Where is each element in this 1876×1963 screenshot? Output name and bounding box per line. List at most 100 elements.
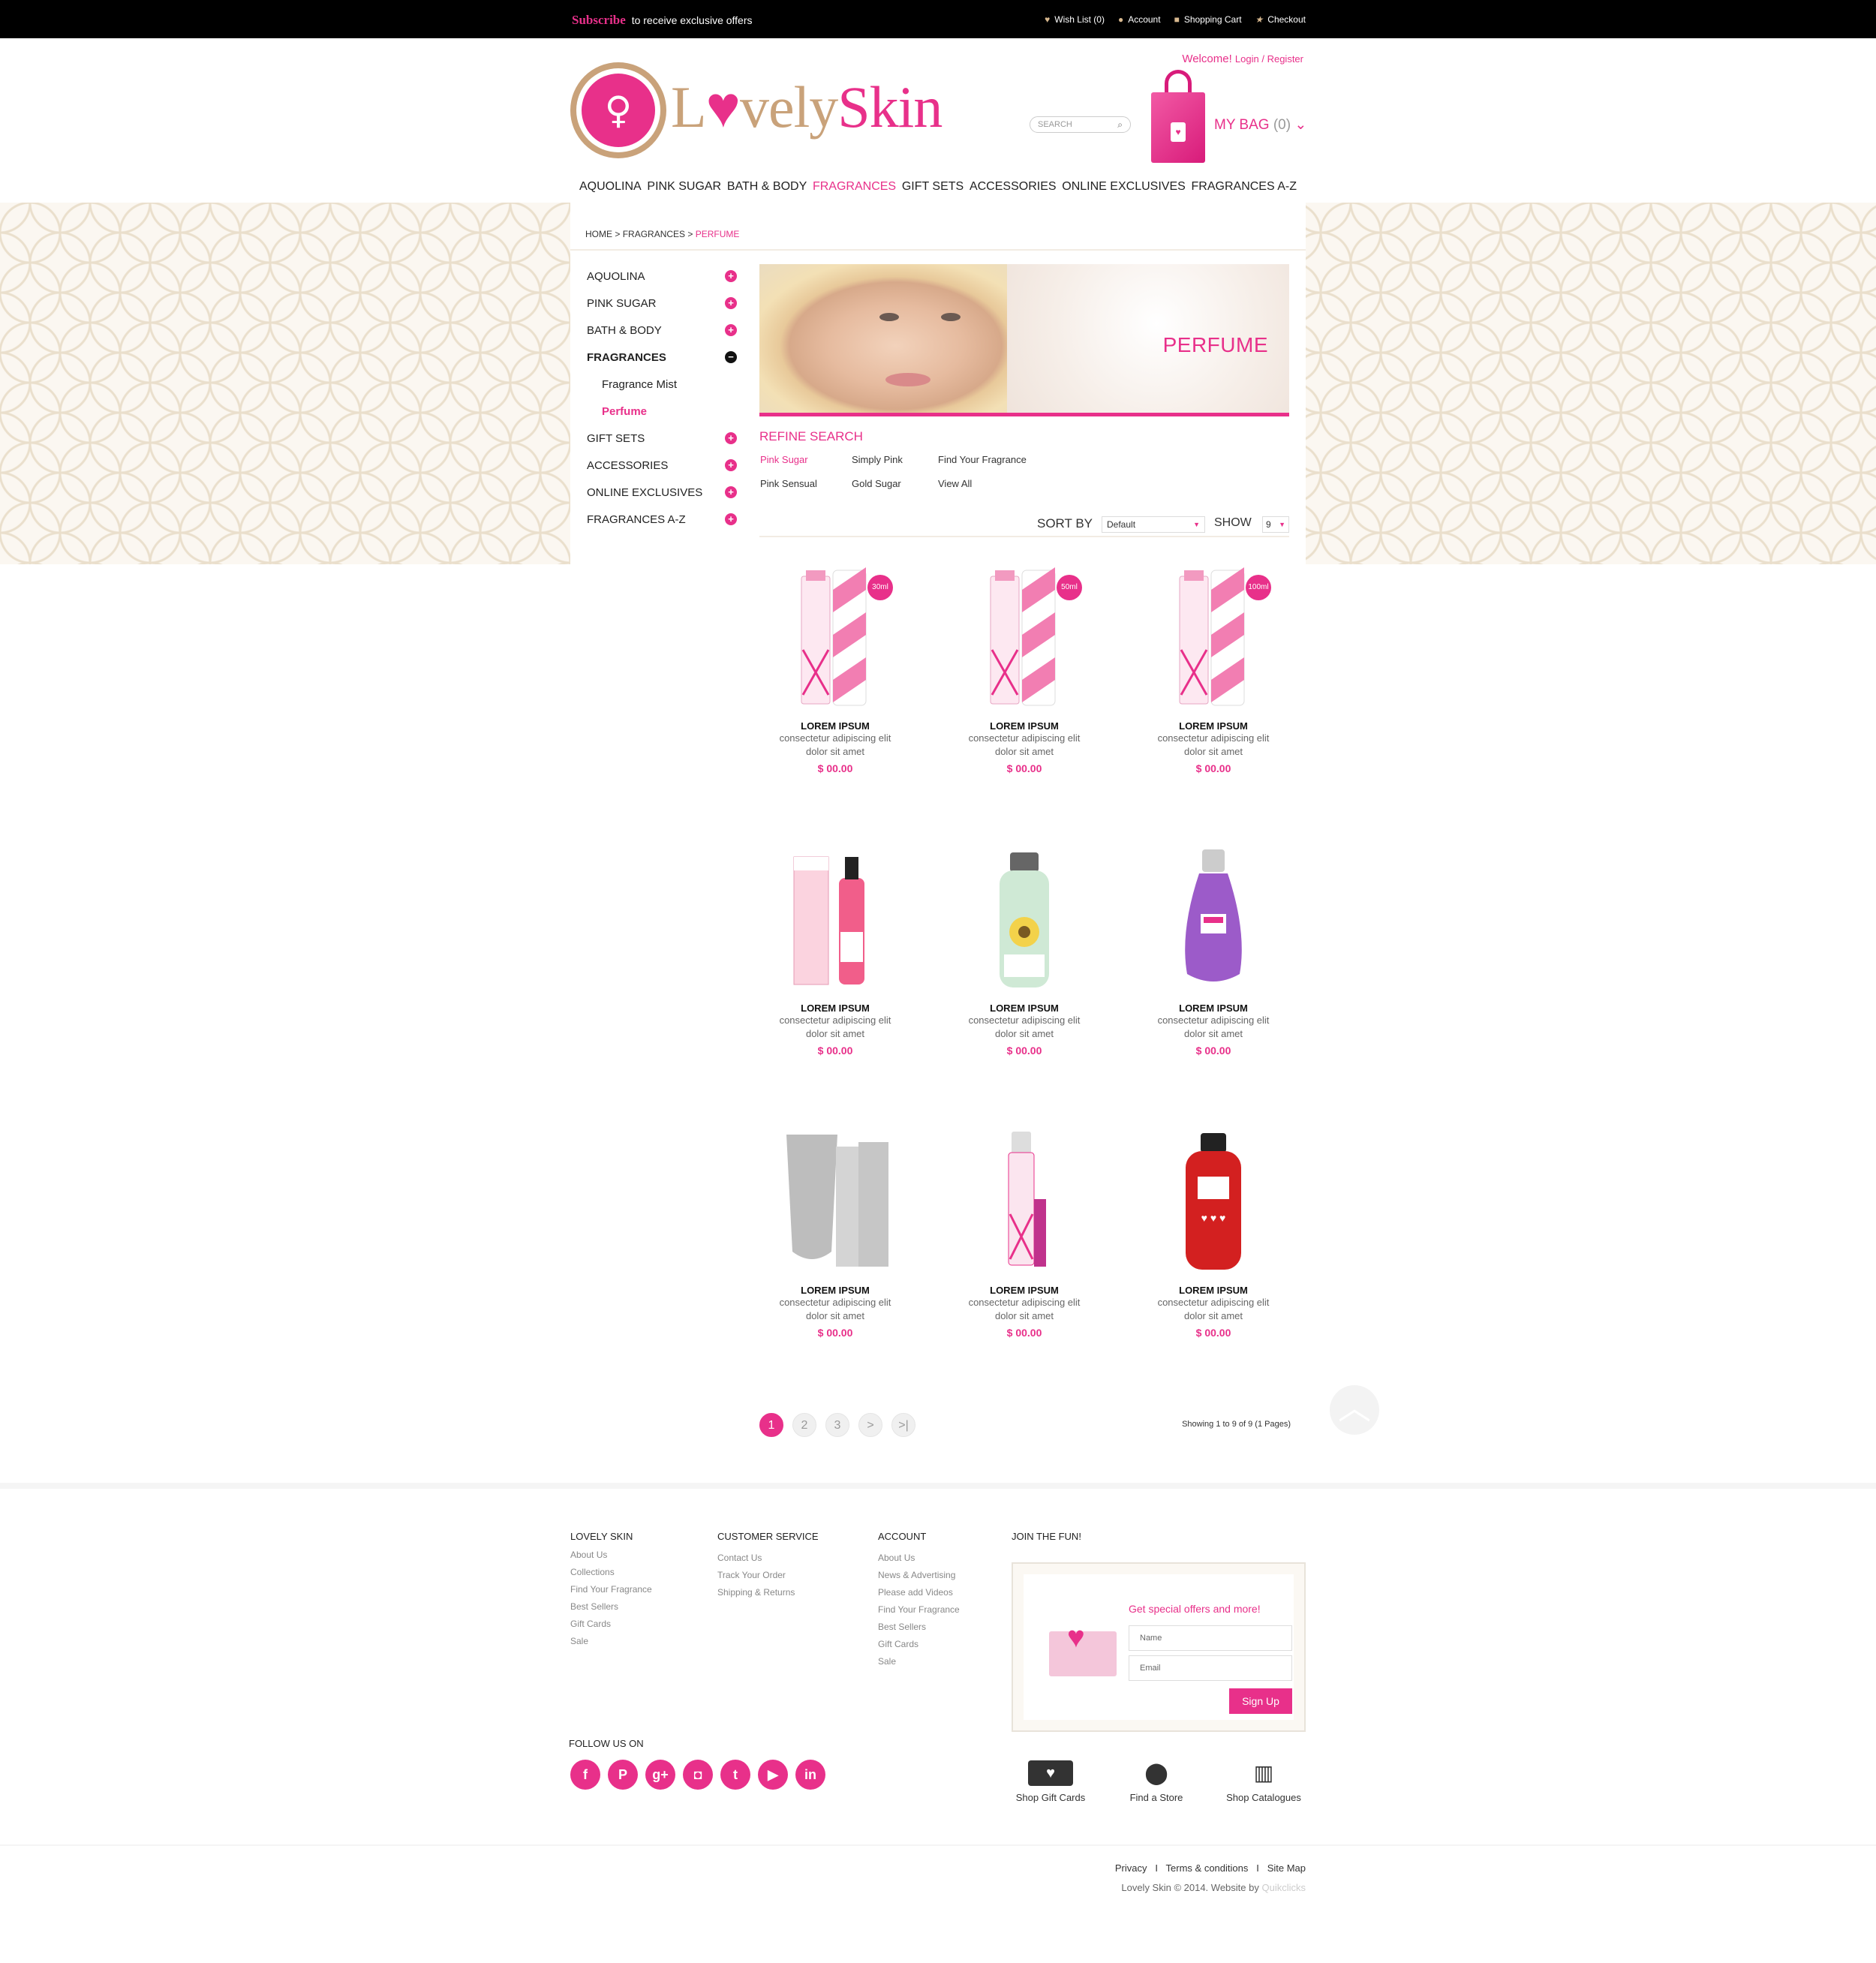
plus-circle-icon[interactable]: + [725,486,737,498]
product-name[interactable]: LOREM IPSUM [946,1285,1103,1296]
nav-item-aquolina[interactable]: AQUOLINA [579,180,642,194]
register-link[interactable]: Register [1267,53,1303,65]
sidebar-item-gift-sets[interactable]: GIFT SETS + [587,425,737,452]
instagram-icon[interactable]: ◘ [683,1760,713,1790]
facebook-icon[interactable]: f [570,1760,600,1790]
footer-link[interactable]: Gift Cards [878,1636,960,1653]
wishlist-link[interactable]: ♥ Wish List (0) [1045,14,1105,25]
product-card[interactable]: ♥ ♥ ♥ LOREM IPSUM consectetur adipiscing e… [1135,1124,1292,1339]
shopping-bag-icon[interactable]: ♥ [1151,70,1205,163]
account-link[interactable]: ● Account [1118,14,1161,25]
plus-circle-icon[interactable]: + [725,459,737,471]
credit-link[interactable]: Quikclicks [1261,1882,1306,1893]
nav-item-gift-sets[interactable]: GIFT SETS [902,180,964,194]
logo-emblem[interactable]: ♀ [570,62,666,158]
nav-item-accessories[interactable]: ACCESSORIES [970,180,1057,194]
sidebar-item-bath-body[interactable]: BATH & BODY + [587,317,737,344]
my-bag-link[interactable]: MY BAG (0) ⌄ [1214,116,1306,134]
sidebar-item-fragrances[interactable]: FRAGRANCES − [587,344,737,371]
nav-item-pink-sugar[interactable]: PINK SUGAR [647,180,721,194]
product-card[interactable]: LOREM IPSUM consectetur adipiscing elit do… [946,1124,1103,1339]
shopping-cart-link[interactable]: ■ Shopping Cart [1174,14,1242,25]
product-image[interactable]: 50ml [946,560,1103,710]
refine-link-simply-pink[interactable]: Simply Pink [852,454,903,465]
product-image[interactable] [946,1124,1103,1274]
newsletter-email-field[interactable]: Email [1129,1655,1292,1681]
footer-link[interactable]: Best Sellers [570,1598,652,1616]
product-image[interactable]: 30ml [756,560,914,710]
show-select[interactable]: 9 ▼ [1262,516,1289,533]
plus-circle-icon[interactable]: + [725,432,737,444]
page-button-3[interactable]: 3 [825,1413,849,1437]
search-input[interactable]: SEARCH ⌕ [1030,116,1131,133]
plus-circle-icon[interactable]: + [725,324,737,336]
newsletter-name-field[interactable]: Name [1129,1625,1292,1651]
product-name[interactable]: LOREM IPSUM [756,1003,914,1014]
sidebar-item-perfume[interactable]: Perfume [587,398,737,425]
footer-link[interactable]: Contact Us [717,1550,819,1567]
sidebar-item-fragrances-a-z[interactable]: FRAGRANCES A-Z + [587,506,737,533]
product-name[interactable]: LOREM IPSUM [1135,1003,1292,1014]
product-name[interactable]: LOREM IPSUM [756,720,914,732]
product-card[interactable]: 100ml LOREM IPSUM consectetur adipiscing e… [1135,560,1292,774]
shop-catalogues-link[interactable]: ▥ Shop Catalogues [1222,1760,1306,1803]
refine-link-pink-sugar[interactable]: Pink Sugar [760,454,808,465]
footer-link[interactable]: Sale [570,1633,652,1650]
product-card[interactable]: LOREM IPSUM consectetur adipiscing elit do… [756,1124,914,1339]
sitemap-link[interactable]: Site Map [1267,1862,1306,1874]
product-card[interactable]: LOREM IPSUM consectetur adipiscing elit do… [946,842,1103,1057]
minus-circle-icon[interactable]: − [725,351,737,363]
product-card[interactable]: 50ml LOREM IPSUM consectetur adipiscing el… [946,560,1103,774]
footer-link[interactable]: Shipping & Returns [717,1584,819,1601]
pinterest-icon[interactable]: P [608,1760,638,1790]
nav-item-bath-body[interactable]: BATH & BODY [727,180,807,194]
sidebar-item-pink-sugar[interactable]: PINK SUGAR + [587,290,737,317]
page-button-4[interactable]: > [858,1413,882,1437]
footer-link[interactable]: About Us [570,1547,652,1564]
page-button-1[interactable]: 1 [759,1413,783,1437]
nav-item-online-exclusives[interactable]: ONLINE EXCLUSIVES [1062,180,1186,194]
googleplus-icon[interactable]: g+ [645,1760,675,1790]
product-name[interactable]: LOREM IPSUM [1135,1285,1292,1296]
sidebar-item-accessories[interactable]: ACCESSORIES + [587,452,737,479]
product-card[interactable]: LOREM IPSUM consectetur adipiscing elit do… [756,842,914,1057]
product-name[interactable]: LOREM IPSUM [1135,720,1292,732]
sort-select[interactable]: Default ▼ [1102,516,1205,533]
sidebar-item-online-exclusives[interactable]: ONLINE EXCLUSIVES + [587,479,737,506]
product-image[interactable]: 100ml [1135,560,1292,710]
refine-link-pink-sensual[interactable]: Pink Sensual [760,478,817,489]
footer-link[interactable]: Find Your Fragrance [570,1581,652,1598]
footer-link[interactable]: Please add Videos [878,1584,960,1601]
refine-link-gold-sugar[interactable]: Gold Sugar [852,478,901,489]
subscribe-link[interactable]: Subscribe [572,13,626,27]
product-image[interactable] [756,1124,914,1274]
search-icon[interactable]: ⌕ [1117,119,1123,131]
youtube-icon[interactable]: ▶ [758,1760,788,1790]
plus-circle-icon[interactable]: + [725,513,737,525]
product-image[interactable] [1135,842,1292,992]
product-name[interactable]: LOREM IPSUM [946,1003,1103,1014]
product-name[interactable]: LOREM IPSUM [756,1285,914,1296]
product-card[interactable]: 30ml LOREM IPSUM consectetur adipiscing el… [756,560,914,774]
footer-link[interactable]: About Us [878,1550,960,1567]
footer-link[interactable]: Collections [570,1564,652,1581]
breadcrumb-fragrances[interactable]: FRAGRANCES [623,229,685,239]
nav-item-fragrances[interactable]: FRAGRANCES [813,180,896,194]
breadcrumb-home[interactable]: HOME [585,229,612,239]
refine-link-find-fragrance[interactable]: Find Your Fragrance [938,454,1027,465]
terms-link[interactable]: Terms & conditions [1166,1862,1249,1874]
linkedin-icon[interactable]: in [795,1760,825,1790]
sidebar-item-fragrance-mist[interactable]: Fragrance Mist [587,371,737,398]
footer-link[interactable]: Sale [878,1653,960,1670]
sidebar-item-aquolina[interactable]: AQUOLINA + [587,263,737,290]
product-name[interactable]: LOREM IPSUM [946,720,1103,732]
footer-link[interactable]: Best Sellers [878,1619,960,1636]
footer-link[interactable]: Gift Cards [570,1616,652,1633]
product-card[interactable]: LOREM IPSUM consectetur adipiscing elit do… [1135,842,1292,1057]
checkout-link[interactable]: ★ Checkout [1255,14,1306,25]
footer-link[interactable]: News & Advertising [878,1567,960,1584]
twitter-icon[interactable]: t [720,1760,750,1790]
back-to-top-button[interactable]: ︿ [1330,1385,1379,1435]
sign-up-button[interactable]: Sign Up [1229,1688,1292,1714]
product-image[interactable]: ♥ ♥ ♥ [1135,1124,1292,1274]
